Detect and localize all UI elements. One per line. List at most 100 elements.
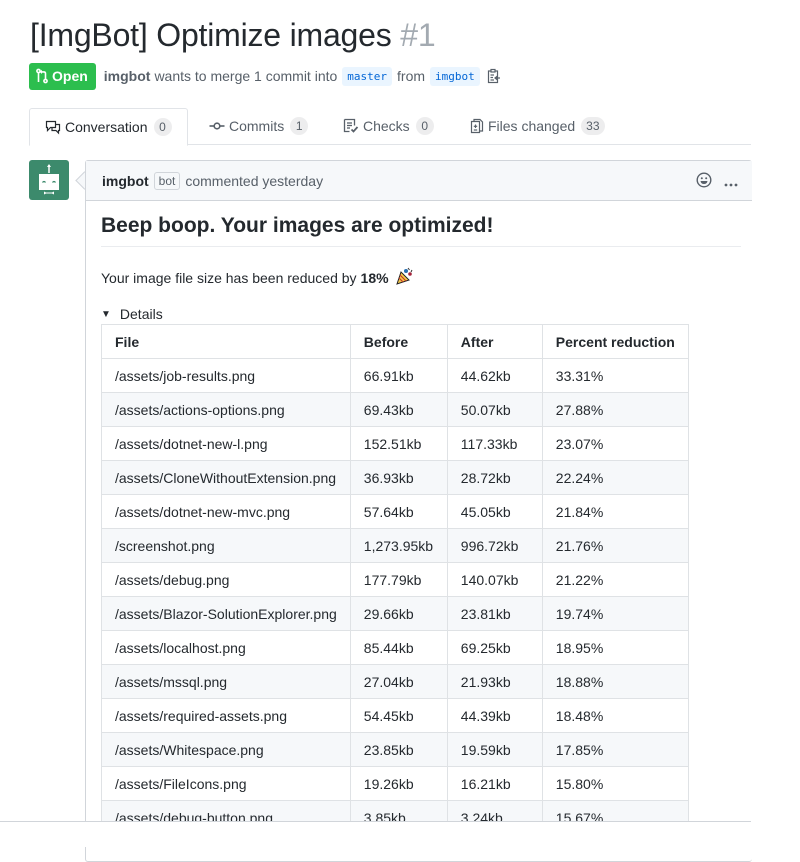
- cell-before: 66.91kb: [349, 358, 448, 393]
- pr-number: #1: [400, 17, 436, 53]
- cell-file: /assets/localhost.png: [101, 630, 351, 665]
- head-branch[interactable]: imgbot: [430, 66, 480, 86]
- tab-commits-count: 1: [290, 117, 309, 135]
- table-row: /assets/mssql.png 27.04kb 21.93kb 18.88%: [101, 664, 689, 699]
- pr-author-link[interactable]: imgbot: [104, 68, 151, 84]
- table-row: /assets/localhost.png 85.44kb 69.25kb 18.95…: [101, 630, 689, 665]
- smiley-icon: [696, 172, 712, 188]
- tab-files-changed[interactable]: Files changed 33: [470, 108, 605, 144]
- cell-before: 19.26kb: [349, 766, 448, 801]
- cell-percent: 19.74%: [541, 596, 689, 631]
- cell-percent: 27.88%: [541, 392, 689, 427]
- table-row: /assets/debug.png 177.79kb 140.07kb 21.22%: [101, 562, 689, 597]
- base-branch[interactable]: master: [342, 66, 393, 86]
- cell-after: 44.39kb: [446, 698, 543, 733]
- cell-percent: 22.24%: [541, 460, 689, 495]
- cell-before: 57.64kb: [349, 494, 448, 529]
- cell-before: 177.79kb: [349, 562, 448, 597]
- cell-file: /assets/CloneWithoutExtension.png: [101, 460, 351, 495]
- cell-after: 996.72kb: [446, 528, 543, 563]
- cell-file: /assets/Blazor-SolutionExplorer.png: [101, 596, 351, 631]
- comment-discussion-icon: [45, 120, 61, 135]
- col-percent-reduction: Percent reduction: [541, 324, 689, 359]
- table-row: /assets/dotnet-new-mvc.png 57.64kb 45.05kb…: [101, 494, 689, 529]
- cell-file: /assets/Whitespace.png: [101, 732, 351, 767]
- diff-icon: [470, 118, 484, 134]
- table-row: /assets/Whitespace.png 23.85kb 19.59kb 17.8…: [101, 732, 689, 767]
- pr-meta: Open imgbot wants to merge 1 commit into…: [29, 62, 501, 90]
- cell-percent: 17.85%: [541, 732, 689, 767]
- col-before: Before: [349, 324, 448, 359]
- table-row: /assets/Blazor-SolutionExplorer.png 29.66…: [101, 596, 689, 631]
- cell-after: 45.05kb: [446, 494, 543, 529]
- party-popper-icon: [395, 266, 415, 289]
- from-text: from: [397, 68, 426, 84]
- comment-actions: [696, 172, 738, 191]
- cell-after: 19.59kb: [446, 732, 543, 767]
- add-reaction-button[interactable]: [696, 172, 712, 191]
- cell-after: 21.93kb: [446, 664, 543, 699]
- cell-after: 28.72kb: [446, 460, 543, 495]
- tab-commits[interactable]: Commits 1: [209, 108, 309, 144]
- cell-before: 54.45kb: [349, 698, 448, 733]
- pr-title-text: [ImgBot] Optimize images: [30, 17, 392, 53]
- comment-box: imgbot bot commented yesterday Beep boop…: [85, 160, 752, 862]
- optimization-table: File Before After Percent reduction /ass…: [101, 324, 689, 835]
- cell-percent: 15.80%: [541, 766, 689, 801]
- triangle-down-icon: ▼: [101, 308, 111, 320]
- state-badge: Open: [29, 62, 96, 90]
- table-row: /assets/dotnet-new-l.png 152.51kb 117.33kb…: [101, 426, 689, 461]
- tab-files-changed-label: Files changed: [488, 118, 576, 134]
- comment-heading: Beep boop. Your images are optimized!: [101, 214, 741, 247]
- cell-after: 117.33kb: [446, 426, 543, 461]
- summary-prefix: Your image file size has been reduced by: [101, 269, 357, 286]
- table-row: /assets/CloneWithoutExtension.png 36.93kb…: [101, 460, 689, 495]
- state-label: Open: [52, 68, 88, 84]
- tab-checks-label: Checks: [363, 118, 410, 134]
- cell-after: 23.81kb: [446, 596, 543, 631]
- pr-title: [ImgBot] Optimize images #1: [30, 17, 436, 54]
- comment-author-link[interactable]: imgbot: [102, 173, 149, 189]
- cell-file: /screenshot.png: [101, 528, 351, 563]
- table-row: /assets/FileIcons.png 19.26kb 16.21kb 15.80…: [101, 766, 689, 801]
- details-toggle[interactable]: ▼ Details: [101, 306, 163, 322]
- cell-file: /assets/job-results.png: [101, 358, 351, 393]
- cell-before: 152.51kb: [349, 426, 448, 461]
- avatar[interactable]: [29, 160, 69, 200]
- table-row: /assets/job-results.png 66.91kb 44.62kb 33.…: [101, 358, 689, 393]
- cell-after: 140.07kb: [446, 562, 543, 597]
- cell-after: 44.62kb: [446, 358, 543, 393]
- cell-percent: 33.31%: [541, 358, 689, 393]
- cell-file: /assets/mssql.png: [101, 664, 351, 699]
- table-header-row: File Before After Percent reduction: [101, 324, 689, 359]
- table-row: /assets/required-assets.png 54.45kb 44.39k…: [101, 698, 689, 733]
- cell-file: /assets/dotnet-new-mvc.png: [101, 494, 351, 529]
- tab-conversation[interactable]: Conversation 0: [29, 108, 188, 146]
- tab-checks-count: 0: [415, 117, 434, 135]
- cell-before: 69.43kb: [349, 392, 448, 427]
- kebab-horizontal-icon: [724, 183, 738, 186]
- cell-before: 1,273.95kb: [349, 528, 448, 563]
- col-file: File: [101, 324, 351, 359]
- comment-header: imgbot bot commented yesterday: [86, 161, 752, 201]
- tab-checks[interactable]: Checks 0: [343, 108, 434, 144]
- cell-percent: 18.95%: [541, 630, 689, 665]
- summary-value: 18%: [360, 269, 389, 286]
- cell-file: /assets/actions-options.png: [101, 392, 351, 427]
- tab-files-changed-count: 33: [581, 117, 605, 135]
- pr-tabs: Conversation 0 Commits 1 Checks 0 Files …: [29, 108, 751, 146]
- cell-before: 23.85kb: [349, 732, 448, 767]
- clippy-icon[interactable]: [487, 68, 501, 84]
- cell-after: 69.25kb: [446, 630, 543, 665]
- cell-file: /assets/debug.png: [101, 562, 351, 597]
- cell-file: /assets/required-assets.png: [101, 698, 351, 733]
- cell-percent: 21.84%: [541, 494, 689, 529]
- more-options-button[interactable]: [724, 175, 738, 189]
- tab-commits-label: Commits: [229, 118, 285, 134]
- details-label: Details: [119, 306, 163, 322]
- git-commit-icon: [209, 122, 225, 130]
- cell-percent: 18.48%: [541, 698, 689, 733]
- cell-after: 16.21kb: [446, 766, 543, 801]
- comment-timestamp[interactable]: commented yesterday: [185, 173, 323, 189]
- cell-after: 50.07kb: [446, 392, 543, 427]
